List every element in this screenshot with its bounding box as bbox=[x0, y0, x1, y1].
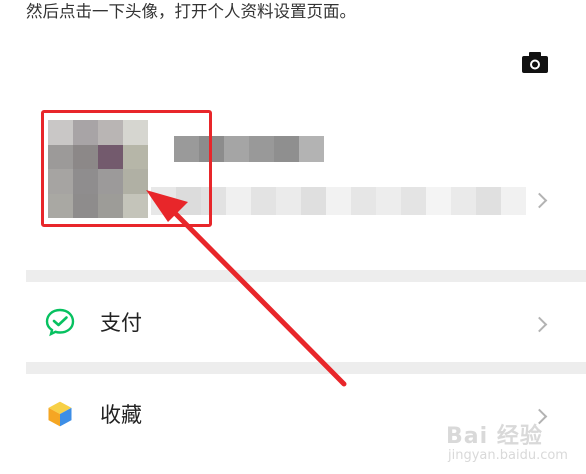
chevron-right-icon bbox=[531, 192, 548, 209]
favorites-cube-icon bbox=[47, 400, 73, 428]
menu-item-pay[interactable]: 支付 bbox=[26, 286, 586, 362]
chevron-right-icon bbox=[531, 316, 548, 333]
section-divider bbox=[26, 270, 586, 282]
section-divider bbox=[26, 362, 586, 374]
baidu-jingyan-watermark: Bai 经验 jingyan.baidu.com bbox=[446, 418, 568, 463]
watermark-brand: Bai 经验 bbox=[446, 424, 543, 449]
menu-item-label: 支付 bbox=[100, 311, 142, 335]
camera-icon[interactable] bbox=[520, 50, 550, 74]
wechat-me-screen: 支付 收藏 bbox=[26, 30, 586, 474]
wechat-pay-icon bbox=[45, 308, 75, 337]
avatar-highlight-box bbox=[41, 110, 212, 227]
menu-item-label: 收藏 bbox=[100, 403, 142, 427]
instruction-caption: 然后点击一下头像，打开个人资料设置页面。 bbox=[26, 2, 356, 21]
watermark-url: jingyan.baidu.com bbox=[448, 448, 568, 463]
